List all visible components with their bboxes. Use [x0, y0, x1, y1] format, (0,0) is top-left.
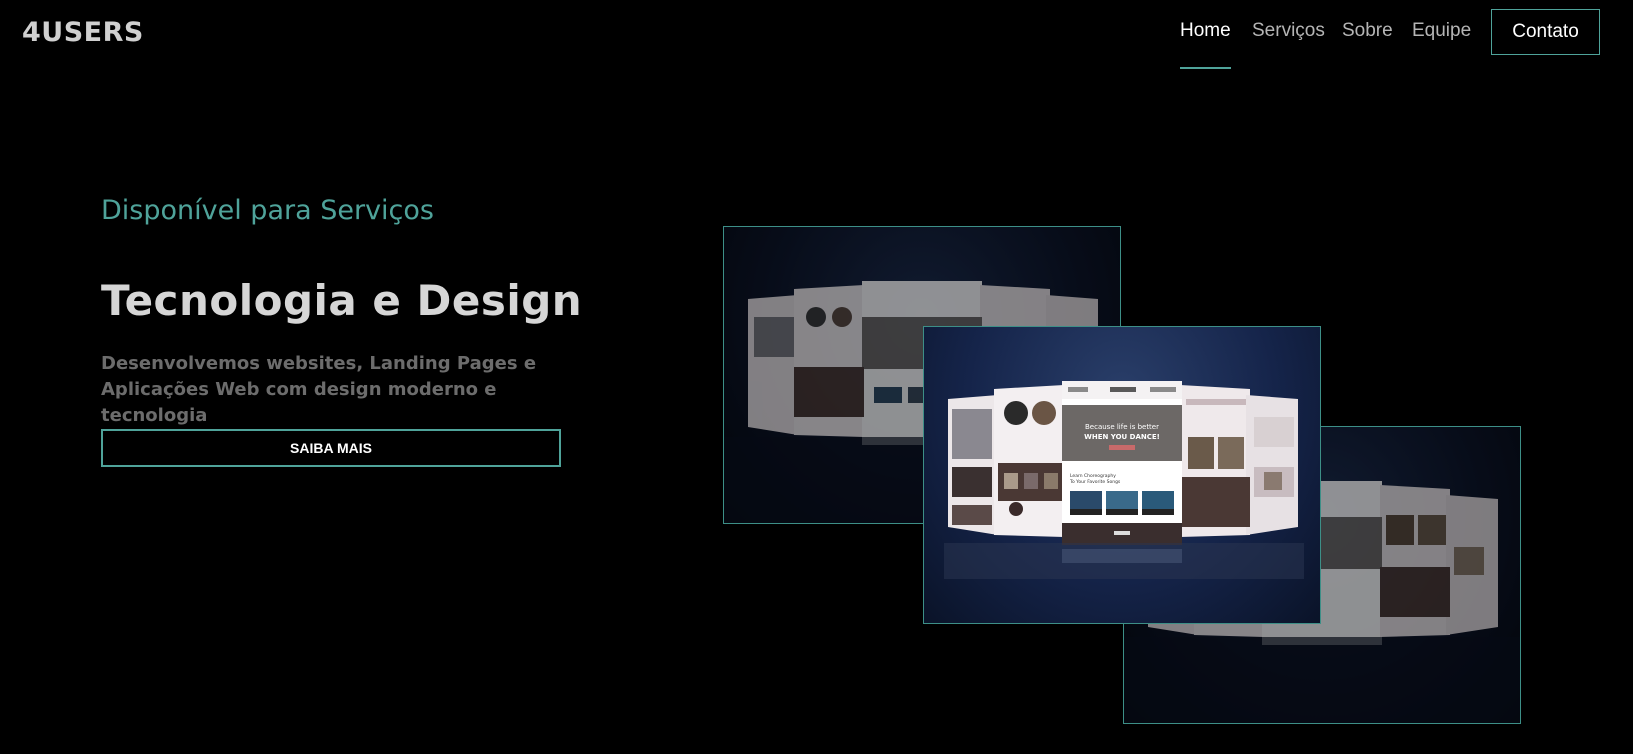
nav-home[interactable]: Home: [1180, 20, 1231, 69]
mockup-headline-2: WHEN YOU DANCE!: [1084, 433, 1160, 441]
mockup-section-title: Learn Choreography: [1070, 473, 1116, 479]
nav-home-label: Home: [1180, 20, 1231, 41]
mockup-section-title-2: To Your Favorite Songs: [1069, 479, 1121, 485]
mockup-frame-2: Because life is better WHEN YOU DANCE! L…: [923, 326, 1321, 624]
contact-button[interactable]: Contato: [1491, 9, 1600, 55]
page: 4USERS Home Serviços Sobre Equipe Contat…: [0, 0, 1633, 754]
website-mockup-image: Because life is better WHEN YOU DANCE! L…: [944, 381, 1304, 579]
saiba-mais-button[interactable]: SAIBA MAIS: [101, 429, 561, 467]
mockup-headline: Because life is better: [1085, 423, 1159, 431]
nav-servicos[interactable]: Serviços: [1252, 20, 1325, 42]
mockup-page: [1246, 395, 1298, 535]
nav-active-indicator: [1180, 67, 1231, 69]
nav-equipe[interactable]: Equipe: [1412, 20, 1471, 42]
hero-description: Desenvolvemos websites, Landing Pages e …: [101, 353, 537, 426]
hero-title: Tecnologia e Design: [101, 276, 583, 325]
nav-sobre[interactable]: Sobre: [1342, 20, 1393, 42]
hero-eyebrow: Disponível para Serviços: [101, 195, 434, 226]
main-nav: Home Serviços Sobre Equipe Contato: [0, 0, 1633, 72]
